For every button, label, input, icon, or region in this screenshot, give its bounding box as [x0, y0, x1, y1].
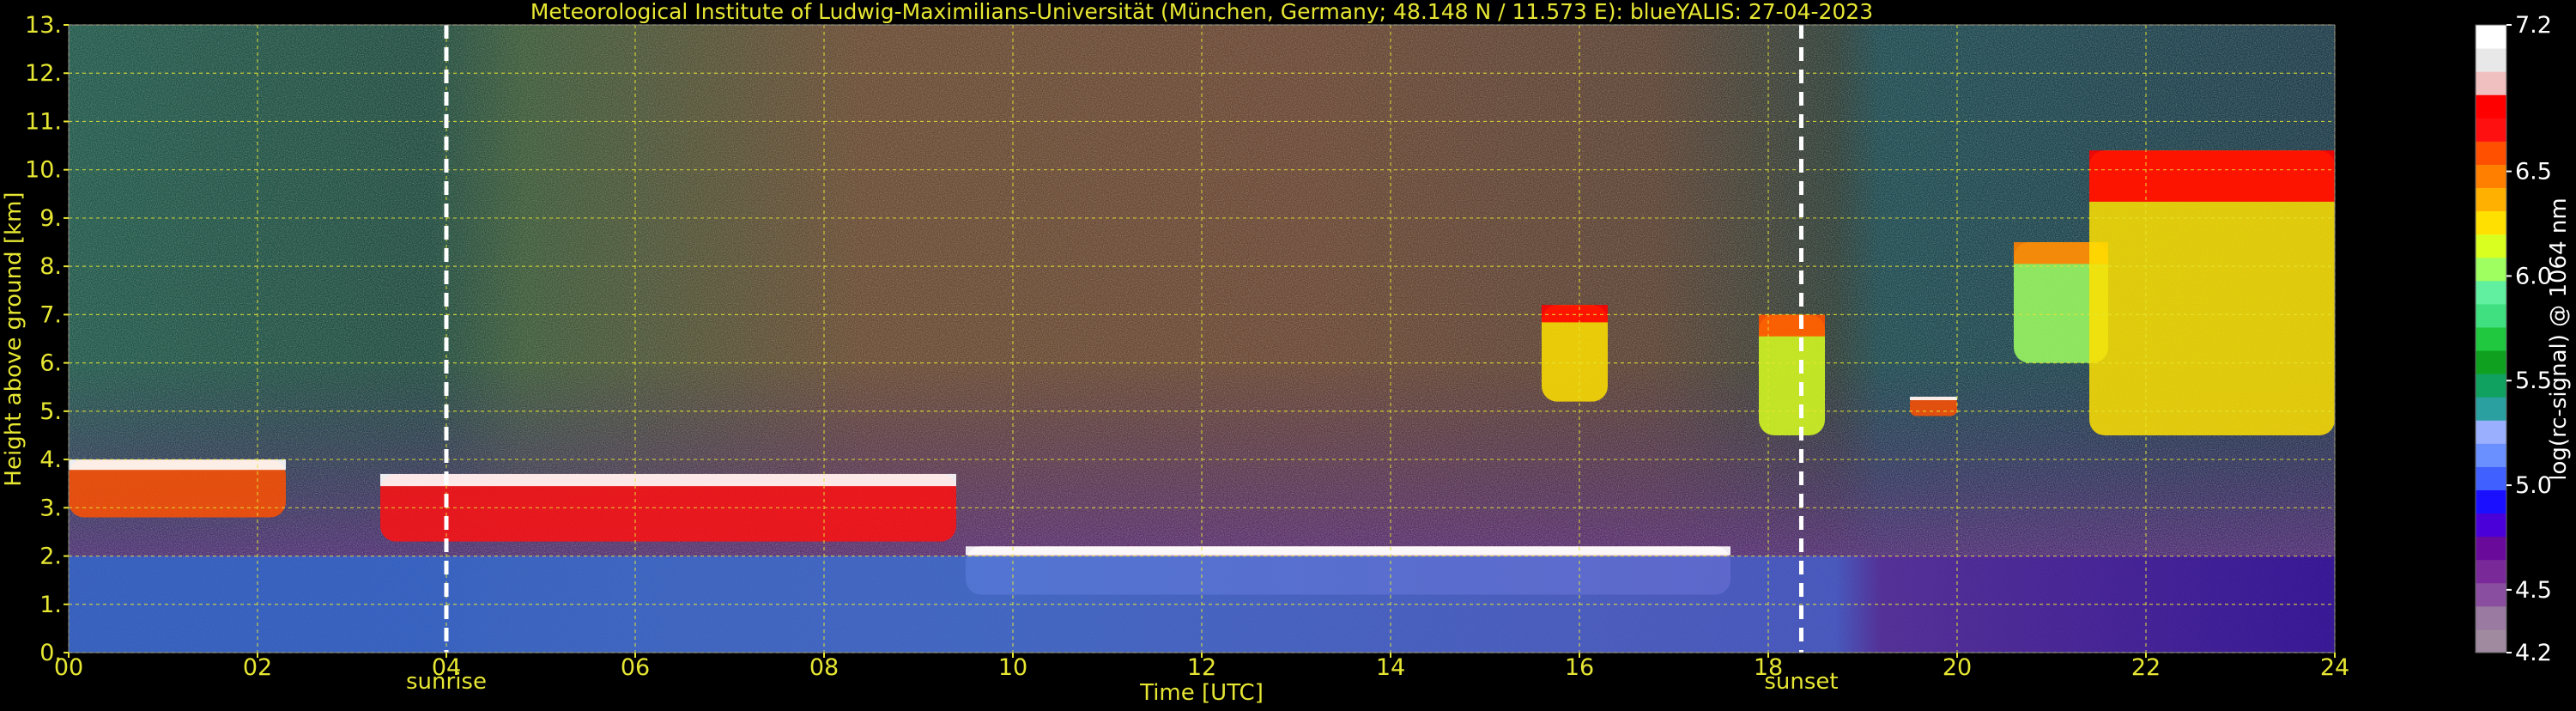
- y-tick-label: 1.: [39, 592, 62, 618]
- colorbar-segment: [2476, 326, 2506, 351]
- x-tick-label: 16: [1565, 654, 1594, 681]
- x-tick-label: 24: [2320, 654, 2349, 681]
- feature-cirrus-top: [2089, 150, 2335, 202]
- y-tick-label: 2.: [39, 544, 62, 570]
- y-tick-label: 13.: [25, 12, 62, 39]
- colorbar-segment: [2476, 280, 2506, 305]
- colorbar-segment: [2476, 629, 2506, 653]
- y-axis-ticks: 0. 1. 2. 3. 4. 5. 6. 7. 8. 9. 10. 11. 12. 13.: [25, 12, 69, 666]
- x-tick-label: 02: [243, 654, 272, 681]
- colorbar-segment: [2476, 513, 2506, 538]
- colorbar-segment: [2476, 187, 2506, 212]
- x-tick-label: 22: [2131, 654, 2161, 681]
- colorbar-segment: [2476, 210, 2506, 235]
- marker-label: sunset: [1764, 669, 1838, 695]
- y-tick-label: 9.: [39, 205, 62, 232]
- y-tick-label: 8.: [39, 253, 62, 280]
- x-tick-label: 12: [1187, 654, 1216, 681]
- colorbar-segment: [2476, 303, 2506, 328]
- y-axis-label: Height above ground [km]: [1, 191, 27, 486]
- feature-cirrus-top: [1910, 396, 1957, 401]
- colorbar-segment: [2476, 71, 2506, 95]
- colorbar-label: log(rc-signal) @ 1064 nm: [2546, 198, 2572, 480]
- colorbar-segment: [2476, 118, 2506, 142]
- y-tick-label: 6.: [39, 350, 62, 377]
- colorbar-segment: [2476, 48, 2506, 72]
- colorbar-segment: [2476, 374, 2506, 398]
- x-tick-label: 14: [1376, 654, 1405, 681]
- x-tick-label: 08: [809, 654, 839, 681]
- x-tick-label: 06: [621, 654, 650, 681]
- marker-label: sunrise: [406, 669, 487, 695]
- lidar-chart: 00 02 04 06 08 10 12 14 16 18 20 22 24 0.1.2.3.4.5.6…: [1, 0, 2572, 706]
- colorbar-segment: [2476, 164, 2506, 189]
- colorbar-segment: [2476, 489, 2506, 514]
- colorbar-tick-label: 6.5: [2515, 159, 2552, 185]
- plot-area: [69, 25, 2335, 653]
- y-tick-label: 3.: [39, 495, 62, 521]
- colorbar-segment: [2476, 536, 2506, 561]
- x-tick-label: 10: [998, 654, 1027, 681]
- feature-boundary_layer_top-top: [966, 546, 1730, 556]
- feature-cirrus-top: [1542, 305, 1608, 323]
- y-tick-label: 10.: [25, 157, 62, 184]
- y-tick-label: 0.: [39, 640, 62, 666]
- colorbar-tick-label: 4.5: [2515, 577, 2552, 604]
- colorbar-segment: [2476, 420, 2506, 444]
- colorbar-segment: [2476, 559, 2506, 584]
- colorbar-tick-label: 4.2: [2515, 640, 2552, 666]
- colorbar-segment: [2476, 582, 2506, 607]
- colorbar-segment: [2476, 141, 2506, 165]
- colorbar-segment: [2476, 94, 2506, 118]
- colorbar: [2475, 24, 2507, 653]
- y-tick-label: 12.: [25, 60, 62, 87]
- colorbar-ticks: 4.24.55.05.56.06.57.2: [2506, 12, 2552, 666]
- colorbar-segment: [2476, 234, 2506, 258]
- y-tick-label: 5.: [39, 398, 62, 425]
- feature-cirrus-top: [1759, 314, 1825, 337]
- x-tick-label: 20: [1943, 654, 1972, 681]
- colorbar-segment: [2476, 443, 2506, 467]
- colorbar-segment: [2476, 350, 2506, 374]
- colorbar-segment: [2476, 466, 2506, 490]
- y-tick-label: 11.: [25, 108, 62, 135]
- colorbar-segment: [2476, 605, 2506, 630]
- feature-aerosol_layer-top: [380, 473, 956, 487]
- colorbar-segment: [2476, 397, 2506, 421]
- colorbar-segment: [2476, 25, 2506, 49]
- colorbar-tick-label: 7.2: [2515, 12, 2552, 39]
- colorbar-segment: [2476, 257, 2506, 282]
- x-axis-label: Time [UTC]: [1139, 680, 1264, 706]
- y-tick-label: 7.: [39, 301, 62, 328]
- feature-aerosol_layer-top: [69, 459, 286, 471]
- x-axis-ticks: 00 02 04 06 08 10 12 14 16 18 20 22 24: [54, 653, 2349, 681]
- chart-title: Meteorological Institute of Ludwig-Maxim…: [530, 0, 1873, 24]
- y-tick-label: 4.: [39, 447, 62, 473]
